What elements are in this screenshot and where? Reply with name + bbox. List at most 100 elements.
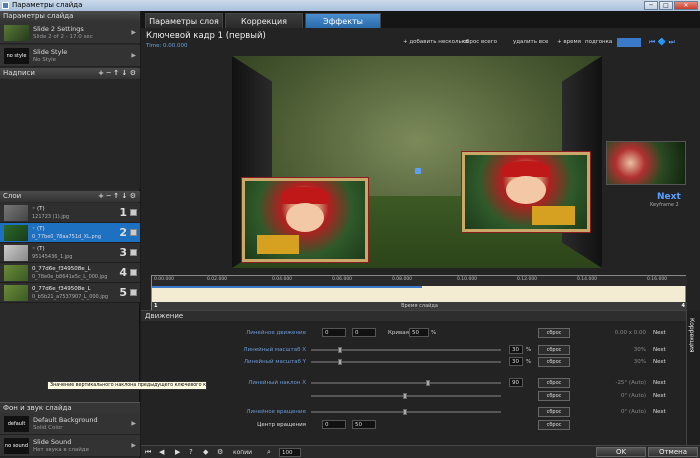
reset-button[interactable]: сброс xyxy=(538,357,570,367)
side-tab-correction[interactable]: Коррекция xyxy=(686,310,700,445)
value[interactable]: 30 xyxy=(509,345,523,354)
curve-value[interactable]: 50 xyxy=(409,328,429,337)
anchor-point[interactable] xyxy=(415,168,421,174)
delete-all-button[interactable]: удалить все xyxy=(513,38,548,47)
play-icon[interactable]: ▶ xyxy=(175,448,180,456)
value[interactable]: 30 xyxy=(509,357,523,366)
chevron-right-icon[interactable]: ▶ xyxy=(131,52,136,59)
next-button[interactable]: Next xyxy=(653,356,666,368)
next-button[interactable]: Next xyxy=(653,344,666,356)
layer-visible-checkbox[interactable] xyxy=(130,229,137,236)
layer-visible-checkbox[interactable] xyxy=(130,249,137,256)
value-x[interactable]: 0 xyxy=(322,328,346,337)
layer-visible-checkbox[interactable] xyxy=(130,269,137,276)
chevron-right-icon[interactable]: ▶ xyxy=(131,29,136,36)
help-icon[interactable]: ? xyxy=(189,448,193,456)
slide-settings-row[interactable]: Slide 2 Settings Slide 2 of 2 - 17.0 sec… xyxy=(0,22,140,44)
param-value-right: 0° (Auto) xyxy=(620,393,646,399)
add-keyframe-button[interactable]: + добавить несколько xyxy=(403,38,468,47)
timeline[interactable]: 0.00.000 0.02.000 0.04.000 0.06.000 0.08… xyxy=(151,275,687,311)
captions-title: Надписи xyxy=(3,69,35,77)
slider-knob[interactable] xyxy=(338,359,342,365)
reset-button[interactable]: сброс xyxy=(538,378,570,388)
next-button[interactable]: Next xyxy=(653,327,666,339)
background-row[interactable]: default Default Background Solid Color ▶ xyxy=(0,413,140,435)
param-value-right: 0.00 x 0.00 xyxy=(614,330,646,336)
view-toggle[interactable] xyxy=(617,38,641,47)
next-button[interactable]: Next xyxy=(653,390,666,402)
reset-button[interactable]: сброс xyxy=(538,345,570,355)
layer-item[interactable]: ◦ (T) 95145436_1.jpg 3 xyxy=(0,243,140,263)
value[interactable]: 90 xyxy=(509,378,523,387)
slider-knob[interactable] xyxy=(403,409,407,415)
search-icon[interactable]: ⌕ xyxy=(267,448,271,457)
layer-item[interactable]: ◦ (T) 0_77be0_78aa751d_XL.png 2 xyxy=(0,223,140,243)
add-time-button[interactable]: + время xyxy=(557,38,581,47)
tick: 0.16.000 xyxy=(647,277,668,282)
maximize-button[interactable]: □ xyxy=(659,1,673,10)
layer-visible-checkbox[interactable] xyxy=(130,289,137,296)
photo-layer[interactable] xyxy=(242,178,368,262)
photo-layer-selected[interactable] xyxy=(462,152,590,232)
slider-knob[interactable] xyxy=(426,380,430,386)
slide-style-row[interactable]: no style Slide Style No Style ▶ xyxy=(0,45,140,67)
copy-button[interactable]: копии xyxy=(233,449,252,456)
layer-thumb xyxy=(4,285,28,301)
slider-knob[interactable] xyxy=(403,393,407,399)
captions-list xyxy=(0,79,140,189)
layer-thumb xyxy=(4,245,28,261)
next-button[interactable]: Next xyxy=(653,377,666,389)
nav-arrows-icon[interactable]: ⏮ 🔷 ⏭ xyxy=(649,38,675,47)
tab-correction[interactable]: Коррекция xyxy=(225,13,303,28)
chevron-right-icon[interactable]: ▶ xyxy=(131,420,136,427)
step-back-icon[interactable]: ◀ xyxy=(159,448,164,456)
layer-file: 121723 (1).jpg xyxy=(32,214,70,220)
gear-icon[interactable]: ⚙ xyxy=(217,448,223,456)
next-button[interactable]: Next xyxy=(653,406,666,418)
reset-button[interactable]: сброс xyxy=(538,420,570,430)
param-row: сброс 0° (Auto) Next xyxy=(141,390,686,402)
layer-item[interactable]: 0_77d6e_f349508e_L 0_b5b21_a7537907_L_00… xyxy=(0,283,140,303)
tick: 0.02.000 xyxy=(207,277,228,282)
chevron-right-icon[interactable]: ▶ xyxy=(131,442,136,449)
zoom-input[interactable]: 100 xyxy=(279,448,301,457)
ok-button[interactable]: OK xyxy=(596,447,646,457)
reset-button[interactable]: сброс xyxy=(538,391,570,401)
reset-all-button[interactable]: сброс всего xyxy=(463,38,497,47)
layer-visible-checkbox[interactable] xyxy=(130,209,137,216)
keyframe-title: Ключевой кадр 1 (первый) xyxy=(146,31,266,41)
layers-tools[interactable]: + ─ ↑ ↓ ⚙ xyxy=(98,191,136,202)
slider-knob[interactable] xyxy=(338,347,342,353)
left-panel: Параметры слайда Slide 2 Settings Slide … xyxy=(0,11,140,458)
reset-button[interactable]: сброс xyxy=(538,328,570,338)
layer-item[interactable]: 0_77d6e_f349508e_L 0_78e0e_b8641e5c_L_00… xyxy=(0,263,140,283)
layer-name: ◦ (T) xyxy=(32,246,45,252)
param-row: Линейное движение 0 0 Кривая 50 % сброс … xyxy=(141,327,686,339)
skip-back-icon[interactable]: ⏮ xyxy=(145,448,151,457)
unit: % xyxy=(526,359,532,365)
window-titlebar: Параметры слайда ─ □ ✕ xyxy=(0,0,700,11)
next-label[interactable]: Next xyxy=(657,192,681,202)
close-button[interactable]: ✕ xyxy=(674,1,698,10)
tab-effects[interactable]: Эффекты xyxy=(305,13,381,28)
sound-row[interactable]: no sound Slide Sound Нет звука в слайде … xyxy=(0,435,140,457)
window-title: Параметры слайда xyxy=(12,1,83,9)
tab-layer-params[interactable]: Параметры слоя xyxy=(145,13,223,28)
cancel-button[interactable]: Отмена xyxy=(648,447,698,457)
value-x[interactable]: 0 xyxy=(322,420,346,429)
value-y[interactable]: 50 xyxy=(352,420,376,429)
shield-icon[interactable]: ◆ xyxy=(203,448,208,456)
bg-thumb: default xyxy=(4,416,29,432)
app-icon xyxy=(2,2,9,9)
next-keyframe-thumb[interactable] xyxy=(606,141,686,185)
slide-params-header: Параметры слайда xyxy=(0,11,140,22)
value-y[interactable]: 0 xyxy=(352,328,376,337)
minimize-button[interactable]: ─ xyxy=(644,1,658,10)
fit-button[interactable]: подгонка xyxy=(585,38,612,47)
preview-stage[interactable] xyxy=(232,56,602,268)
slider[interactable] xyxy=(311,382,501,384)
captions-tools[interactable]: + ─ ↑ ↓ ⚙ xyxy=(98,68,136,79)
layer-item[interactable]: ◦ (T) 121723 (1).jpg 1 xyxy=(0,203,140,223)
style-thumb: no style xyxy=(4,48,29,64)
reset-button[interactable]: сброс xyxy=(538,407,570,417)
